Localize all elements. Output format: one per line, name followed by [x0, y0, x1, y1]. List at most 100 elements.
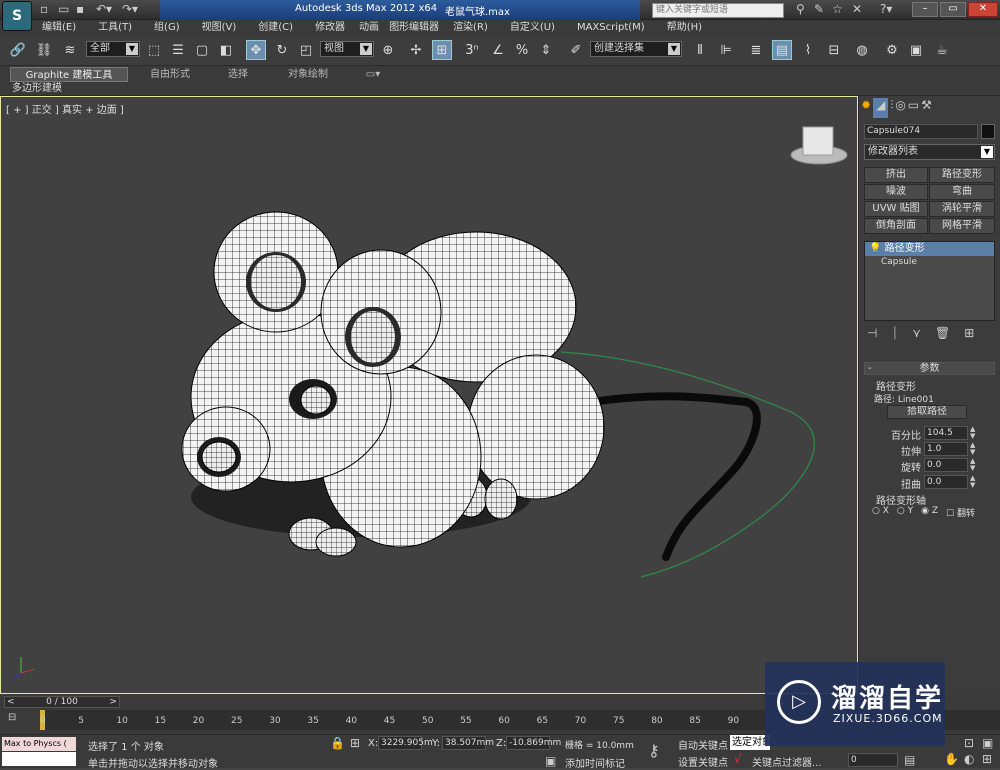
binoculars-icon[interactable]: ⚲ [796, 2, 805, 16]
undo-icon[interactable]: ↶▾ [96, 2, 112, 16]
search-input[interactable]: 键入关键字或短语 [652, 3, 784, 18]
param-percent-input[interactable]: 104.5 [924, 426, 968, 440]
pick-path-button[interactable]: 拾取路径 [887, 405, 967, 419]
select-rotate-icon[interactable]: ↻ [272, 40, 292, 60]
spinner-snap-icon[interactable]: ⇕ [536, 40, 556, 60]
orbit-icon[interactable]: ◐ [964, 752, 974, 766]
spinner-icon[interactable]: ▲ ▼ [970, 442, 978, 456]
angle-snap-icon[interactable]: ∠ [488, 40, 508, 60]
new-file-icon[interactable]: ▫ [40, 2, 48, 16]
edit-named-sel-icon[interactable]: ✐ [566, 40, 586, 60]
menu-create[interactable]: 创建(C) [258, 20, 293, 36]
menu-group[interactable]: 组(G) [154, 20, 180, 36]
mod-button-pathdeform[interactable]: 路径变形 [929, 167, 995, 183]
mirror-icon[interactable]: ⫴ [690, 40, 710, 60]
prev-frame-icon[interactable]: < [7, 697, 15, 707]
axis-z-radio[interactable]: ◉ Z [921, 506, 938, 520]
x-coord-field[interactable]: 3229.905m [378, 736, 433, 750]
axis-y-radio[interactable]: ○ Y [897, 506, 913, 520]
flip-checkbox[interactable]: ☐ 翻转 [946, 506, 975, 520]
time-slider[interactable]: < 0 / 100 > [4, 696, 120, 708]
close-button[interactable]: ✕ [968, 2, 998, 17]
select-manipulate-icon[interactable]: ✢ [406, 40, 426, 60]
current-frame-field[interactable]: 0 [848, 753, 898, 767]
make-unique-icon[interactable]: ⋎ [912, 326, 921, 342]
close-search-icon[interactable]: ✕ [852, 2, 862, 16]
object-color-swatch[interactable] [981, 124, 995, 139]
utilities-tab-icon[interactable]: ⚒ [921, 98, 932, 118]
save-file-icon[interactable]: ▪ [76, 2, 84, 16]
remove-modifier-icon[interactable]: 🗑 [935, 326, 950, 342]
mod-button-bend[interactable]: 弯曲 [929, 184, 995, 200]
select-object-icon[interactable]: ⬚ [144, 40, 164, 60]
menu-maxscript[interactable]: MAXScript(M) [577, 20, 645, 36]
motion-tab-icon[interactable]: ◎ [895, 98, 905, 118]
render-production-icon[interactable]: ☕ [932, 40, 952, 60]
perspective-viewport[interactable]: [ + ] 正交 ] 真实 + 边面 ] [0, 96, 858, 694]
key-mode-icon[interactable]: √ [734, 752, 742, 766]
configure-sets-icon[interactable]: ⊞ [964, 326, 974, 342]
minimize-button[interactable]: – [912, 2, 938, 17]
menu-customize[interactable]: 自定义(U) [510, 20, 555, 36]
display-tab-icon[interactable]: ▭ [908, 98, 919, 118]
z-coord-field[interactable]: -10.869mm [506, 736, 561, 750]
select-scale-icon[interactable]: ◰ [296, 40, 316, 60]
rendered-frame-icon[interactable]: ▣ [906, 40, 926, 60]
tools-icon[interactable]: ✎ [814, 2, 824, 16]
lock-icon[interactable]: 🔒 [330, 736, 345, 750]
transform-mode-icon[interactable]: ⊞ [350, 736, 360, 750]
maximize-button[interactable]: ▭ [940, 2, 966, 17]
key-filters-button[interactable]: 关键点过滤器... [752, 754, 822, 769]
material-editor-icon[interactable]: ◍ [852, 40, 872, 60]
star-icon[interactable]: ☆ [832, 2, 843, 16]
create-tab-icon[interactable]: ✹ [861, 98, 871, 118]
y-coord-field[interactable]: 38.507mm [442, 736, 494, 750]
stack-item-capsule[interactable]: Capsule [865, 256, 994, 269]
maxscript-listener[interactable]: Max to Physcs ( [2, 737, 76, 751]
modify-tab-icon[interactable]: ◢ [873, 98, 889, 118]
graphite-toggle-icon[interactable]: ▤ [772, 40, 792, 60]
align-icon[interactable]: ⊫ [716, 40, 736, 60]
axis-x-radio[interactable]: ○ X [872, 506, 889, 520]
mod-button-meshsmooth[interactable]: 网格平滑 [929, 218, 995, 234]
mod-button-bevel-profile[interactable]: 倒角剖面 [864, 218, 928, 234]
menu-help[interactable]: 帮助(H) [667, 20, 702, 36]
menu-rendering[interactable]: 渲染(R) [453, 20, 488, 36]
lightbulb-icon[interactable]: 💡 [869, 243, 881, 254]
layer-manager-icon[interactable]: ≣ [746, 40, 766, 60]
menu-animation[interactable]: 动画 [359, 20, 379, 36]
bind-spacewarp-icon[interactable]: ≋ [60, 40, 80, 60]
pivot-center-icon[interactable]: ⊕ [378, 40, 398, 60]
menu-edit[interactable]: 编辑(E) [42, 20, 76, 36]
select-move-icon[interactable]: ✥ [246, 40, 266, 60]
poly-modeling-label[interactable]: 多边形建模 [12, 82, 62, 95]
object-name-field[interactable]: Capsule074 [864, 124, 978, 139]
unlink-icon[interactable]: ⛓ [34, 40, 54, 60]
spinner-icon[interactable]: ▲ ▼ [970, 458, 978, 472]
keyboard-shortcut-icon[interactable]: ⊞ [432, 40, 452, 60]
param-stretch-input[interactable]: 1.0 [924, 442, 968, 456]
selection-filter-dropdown[interactable]: 全部 ▼ [86, 41, 140, 57]
mod-button-turbosmooth[interactable]: 涡轮平滑 [929, 201, 995, 217]
schematic-view-icon[interactable]: ⊟ [824, 40, 844, 60]
selected-object-dropdown[interactable]: 选定对象 [730, 735, 770, 750]
app-logo-icon[interactable]: S [2, 1, 32, 31]
percent-snap-icon[interactable]: % [512, 40, 532, 60]
link-icon[interactable]: 🔗 [8, 40, 28, 60]
key-icon[interactable]: ⚷ [648, 741, 660, 760]
curve-editor-icon[interactable]: ⌇ [798, 40, 818, 60]
menu-tools[interactable]: 工具(T) [98, 20, 132, 36]
add-time-tag-icon[interactable]: ▣ [545, 754, 556, 768]
field-of-view-icon[interactable]: ▣ [982, 736, 993, 750]
menu-modifiers[interactable]: 修改器 [315, 20, 345, 36]
pin-stack-icon[interactable]: ⊣ [867, 326, 877, 342]
tab-selection[interactable]: 选择 [218, 67, 258, 82]
time-config-icon[interactable]: ▤ [904, 753, 915, 767]
spinner-icon[interactable]: ▲ ▼ [970, 426, 978, 440]
params-rollout-header[interactable]: - 参数 [864, 362, 995, 375]
tab-graphite[interactable]: Graphite 建模工具 [10, 67, 128, 82]
named-selection-dropdown[interactable]: 创建选择集 ▼ [590, 41, 682, 57]
stack-item-pathdeform[interactable]: 💡 路径变形 [865, 242, 994, 256]
modifier-list-dropdown[interactable]: 修改器列表 ▼ [864, 144, 995, 160]
hierarchy-tab-icon[interactable]: ⫶ [890, 98, 893, 118]
